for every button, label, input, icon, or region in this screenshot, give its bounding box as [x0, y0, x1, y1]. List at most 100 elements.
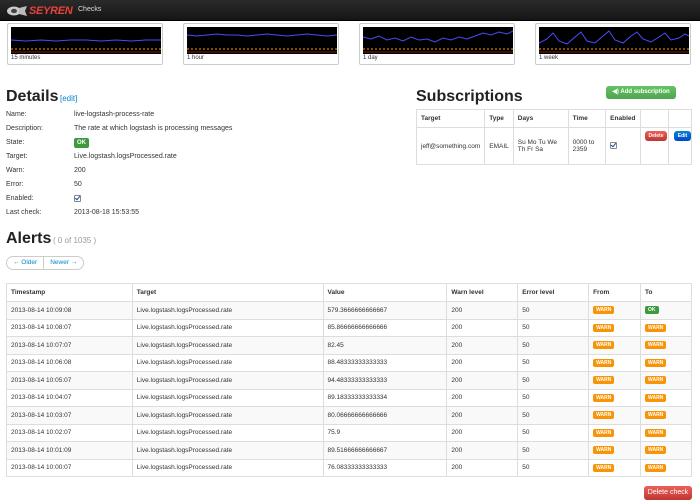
- alert-timestamp: 2013-08-14 10:03:07: [6, 406, 133, 425]
- alert-error-level: 50: [517, 458, 590, 477]
- alert-to-badge: WARN: [645, 411, 667, 420]
- brand-logo-link[interactable]: SEYREN: [6, 4, 73, 17]
- enabled-checkbox[interactable]: [74, 195, 81, 202]
- alert-to-cell: WARN: [640, 458, 692, 477]
- alert-value: 89.18333333333334: [322, 388, 448, 407]
- sub-header-type: Type: [484, 109, 514, 128]
- sub-header-target: Target: [415, 109, 486, 128]
- alert-row: 2013-08-14 10:01:09 Live.logstash.logsPr…: [6, 441, 692, 460]
- alert-target: Live.logstash.logsProcessed.rate: [131, 388, 324, 407]
- alert-to-badge: WARN: [645, 376, 667, 385]
- sub-enabled-checkbox[interactable]: [610, 141, 618, 149]
- alerts-header-timestamp: Timestamp: [6, 283, 133, 302]
- graph-1-day-plot: [363, 27, 513, 54]
- seyren-logo-icon: [7, 5, 27, 16]
- detail-value-name: live-logstash-process-rate: [74, 111, 155, 118]
- detail-label-state: State:: [6, 139, 25, 146]
- alert-error-level: 50: [517, 371, 590, 390]
- alert-from-cell: WARN: [588, 336, 642, 355]
- alert-value: 82.45: [322, 336, 448, 355]
- detail-label-last-check: Last check:: [6, 209, 42, 216]
- alert-value: 85.86666666666666: [322, 318, 448, 337]
- alert-row: 2013-08-14 10:07:07 Live.logstash.logsPr…: [6, 336, 692, 355]
- alert-from-cell: WARN: [588, 301, 642, 320]
- graph-15-minutes-plot: [11, 27, 161, 54]
- delete-subscription-button[interactable]: Delete: [645, 131, 667, 141]
- alert-from-badge: WARN: [593, 463, 615, 472]
- alert-target: Live.logstash.logsProcessed.rate: [131, 353, 324, 372]
- alert-from-badge: WARN: [593, 428, 615, 437]
- detail-value-target: Live.logstash.logsProcessed.rate: [74, 153, 177, 160]
- graph-1-hour-plot: [187, 27, 337, 54]
- alert-timestamp: 2013-08-14 10:09:08: [6, 301, 133, 320]
- graph-1-hour[interactable]: 1 hour: [183, 23, 339, 65]
- graph-label: 1 hour: [187, 55, 205, 61]
- alert-to-cell: WARN: [640, 371, 692, 390]
- alerts-header-to: To: [640, 283, 692, 302]
- detail-label-description: Description:: [6, 125, 43, 132]
- alert-to-cell: OK: [640, 301, 692, 320]
- alert-from-cell: WARN: [588, 458, 642, 477]
- brand-name: SEYREN: [29, 4, 73, 17]
- alert-row: 2013-08-14 10:02:07 Live.logstash.logsPr…: [6, 423, 692, 442]
- details-title: Details: [6, 88, 59, 105]
- alerts-header-warn-level: Warn level: [446, 283, 519, 302]
- alert-value: 80.06666666666666: [322, 406, 448, 425]
- alert-to-badge: OK: [645, 306, 659, 315]
- newer-button[interactable]: Newer →: [43, 257, 83, 269]
- alert-error-level: 50: [517, 336, 590, 355]
- alert-from-cell: WARN: [588, 441, 642, 460]
- alert-timestamp: 2013-08-14 10:07:07: [6, 336, 133, 355]
- alert-target: Live.logstash.logsProcessed.rate: [131, 318, 324, 337]
- graph-1-week[interactable]: 1 week: [535, 23, 691, 65]
- alerts-table: Timestamp Target Value Warn level Error …: [6, 283, 692, 477]
- detail-label-target: Target:: [6, 153, 28, 160]
- alert-target: Live.logstash.logsProcessed.rate: [131, 336, 324, 355]
- alerts-header-error-level: Error level: [517, 283, 590, 302]
- alert-timestamp: 2013-08-14 10:01:09: [6, 441, 133, 460]
- alert-warn-level: 200: [446, 371, 519, 390]
- alert-to-cell: WARN: [640, 353, 692, 372]
- alert-to-badge: WARN: [645, 428, 667, 437]
- edit-subscription-button[interactable]: Edit: [674, 131, 691, 141]
- graph-label: 1 week: [539, 55, 559, 61]
- alert-warn-level: 200: [446, 301, 519, 320]
- alert-from-badge: WARN: [593, 376, 615, 385]
- alert-from-badge: WARN: [593, 411, 615, 420]
- alert-to-badge: WARN: [645, 341, 667, 350]
- graph-label: 1 day: [363, 55, 378, 61]
- add-subscription-button[interactable]: ◀) Add subscription: [606, 86, 676, 99]
- alert-from-badge: WARN: [593, 358, 615, 367]
- graph-label: 15 minutes: [11, 55, 41, 61]
- alert-value: 75.9: [322, 423, 448, 442]
- delete-check-button[interactable]: Delete check: [644, 486, 692, 500]
- sub-time: 0000 to 2359: [567, 127, 607, 165]
- alert-target: Live.logstash.logsProcessed.rate: [131, 441, 324, 460]
- alert-to-badge: WARN: [645, 358, 667, 367]
- detail-value-description: The rate at which logstash is processing…: [74, 125, 233, 132]
- alert-row: 2013-08-14 10:05:07 Live.logstash.logsPr…: [6, 371, 692, 390]
- alert-from-badge: WARN: [593, 323, 615, 332]
- edit-check-link[interactable]: [edit]: [60, 94, 77, 103]
- alert-from-cell: WARN: [588, 353, 642, 372]
- detail-value-error: 50: [74, 181, 82, 188]
- alert-row: 2013-08-14 10:06:08 Live.logstash.logsPr…: [6, 353, 692, 372]
- sub-target: jeff@something.com: [415, 127, 486, 165]
- alert-warn-level: 200: [446, 458, 519, 477]
- alert-target: Live.logstash.logsProcessed.rate: [131, 406, 324, 425]
- alert-error-level: 50: [517, 423, 590, 442]
- graph-1-day[interactable]: 1 day: [359, 23, 515, 65]
- graph-1-week-plot: [539, 27, 689, 54]
- alert-timestamp: 2013-08-14 10:05:07: [6, 371, 133, 390]
- alert-from-cell: WARN: [588, 406, 642, 425]
- nav-checks-link[interactable]: Checks: [78, 6, 101, 13]
- older-button[interactable]: ← Older: [7, 257, 43, 269]
- alert-value: 89.51666666666667: [322, 441, 448, 460]
- alert-from-badge: WARN: [593, 306, 615, 315]
- alerts-header-from: From: [588, 283, 642, 302]
- alert-to-badge: WARN: [645, 446, 667, 455]
- add-subscription-label: Add subscription: [620, 89, 670, 95]
- megaphone-icon: ◀): [612, 89, 619, 95]
- alert-target: Live.logstash.logsProcessed.rate: [131, 301, 324, 320]
- graph-15-minutes[interactable]: 15 minutes: [7, 23, 163, 65]
